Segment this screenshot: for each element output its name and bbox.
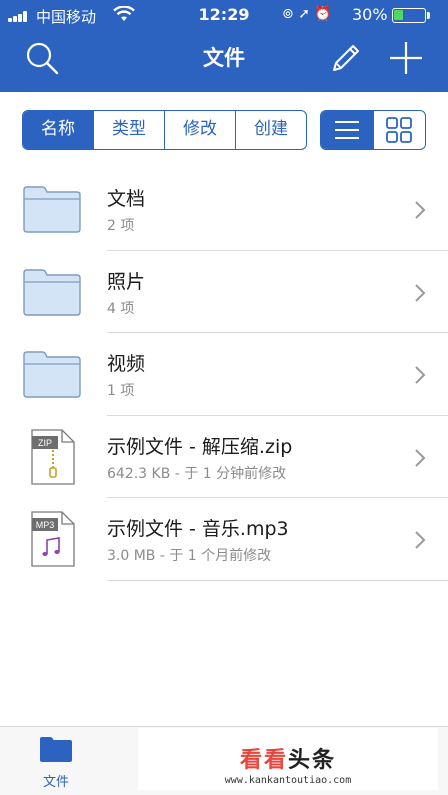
file-meta: 642.3 KB - 于 1 分钟前修改: [107, 465, 287, 482]
sort-by-type-tab[interactable]: 类型: [93, 111, 164, 149]
folder-icon: [23, 268, 81, 316]
svg-text:MP3: MP3: [36, 520, 55, 530]
list-view-icon: [334, 121, 359, 139]
zip-file-icon: ZIP: [31, 428, 75, 485]
header: 中国移动 12:29 ⊚ ➚ ⏰ 30% 文件: [0, 0, 448, 92]
row-divider: [107, 579, 448, 581]
chevron-right-icon: [415, 531, 426, 549]
folder-icon: [23, 186, 81, 233]
file-name: 视频: [107, 353, 146, 375]
chevron-right-icon: [415, 283, 426, 302]
sort-by-modified-tab[interactable]: 修改: [164, 111, 235, 149]
battery-percent: 30%: [352, 5, 388, 24]
tab-files[interactable]: 文件: [24, 735, 88, 793]
grid-view-icon: [386, 117, 413, 143]
list-view-button[interactable]: [321, 111, 373, 149]
file-name: 照片: [107, 270, 146, 293]
mp3-file-icon: MP3: [31, 511, 75, 567]
file-row-videos[interactable]: 视频 1 项: [0, 333, 448, 416]
watermark-url: www.kankantoutiao.com: [224, 775, 352, 786]
chevron-right-icon: [415, 448, 426, 467]
sort-by-name-tab[interactable]: 名称: [23, 111, 93, 149]
page-title: 文件: [203, 46, 245, 70]
file-list: 文档 2 项 照片 4 项 视频 1 项 ZIP 示例文件 - 解压缩.zip …: [0, 168, 448, 581]
file-row-documents[interactable]: 文档 2 项: [0, 168, 448, 251]
watermark: 看看头条 www.kankantoutiao.com: [138, 728, 438, 790]
file-row-photos[interactable]: 照片 4 项: [0, 251, 448, 333]
edit-button[interactable]: [326, 38, 366, 78]
sort-by-created-tab[interactable]: 创建: [235, 111, 306, 149]
chevron-right-icon: [415, 366, 426, 384]
file-meta: 1 项: [107, 383, 135, 399]
status-bar: 中国移动 12:29 ⊚ ➚ ⏰ 30%: [0, 0, 448, 30]
file-meta: 4 项: [107, 300, 135, 317]
file-name: 示例文件 - 音乐.mp3: [107, 518, 289, 540]
file-name: 文档: [107, 188, 146, 210]
watermark-red-text: 看看: [239, 748, 288, 773]
svg-text:ZIP: ZIP: [38, 438, 52, 448]
add-button[interactable]: [386, 38, 426, 78]
folder-icon: [23, 351, 81, 398]
watermark-dark-text: 头条: [288, 748, 337, 773]
location-icon: ➚: [298, 6, 310, 22]
grid-view-button[interactable]: [372, 111, 426, 149]
file-row-zip[interactable]: ZIP 示例文件 - 解压缩.zip 642.3 KB - 于 1 分钟前修改: [0, 416, 448, 498]
file-meta: 2 项: [107, 218, 135, 234]
status-icons: ⊚ ➚ ⏰: [282, 6, 332, 22]
battery-icon: [392, 8, 426, 23]
file-name: 示例文件 - 解压缩.zip: [107, 435, 293, 458]
tab-label: 文件: [42, 775, 69, 790]
view-toggle: [320, 110, 426, 150]
lock-rotation-icon: ⊚: [282, 6, 294, 22]
edit-icon: [333, 45, 359, 71]
add-icon: [390, 42, 422, 74]
alarm-icon: ⏰: [314, 6, 332, 22]
file-meta: 3.0 MB - 于 1 个月前修改: [107, 548, 272, 564]
file-row-mp3[interactable]: MP3 示例文件 - 音乐.mp3 3.0 MB - 于 1 个月前修改: [0, 498, 448, 581]
folder-icon: [40, 737, 72, 762]
sort-segmented-control: 名称 类型 修改 创建: [22, 110, 307, 150]
chevron-right-icon: [415, 201, 426, 219]
